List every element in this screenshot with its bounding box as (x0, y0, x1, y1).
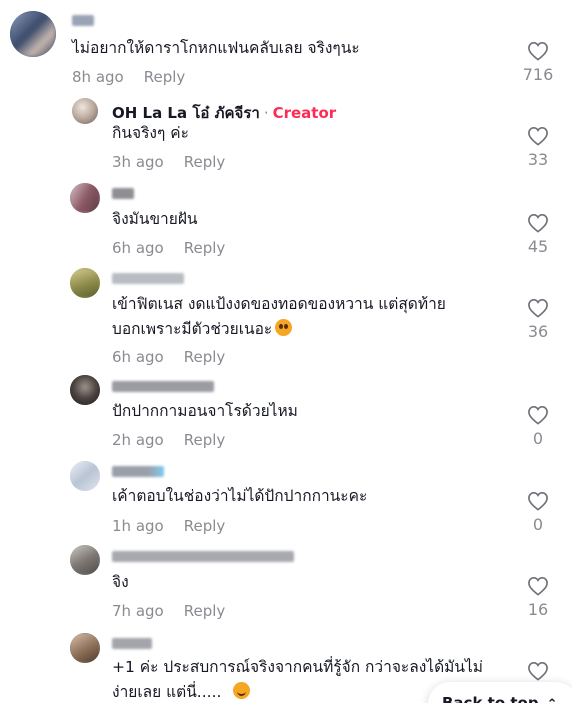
comment-time: 6h ago (112, 239, 164, 257)
comment-meta: 6h ago Reply (112, 348, 225, 366)
avatar[interactable] (72, 98, 98, 124)
heart-icon (528, 298, 548, 318)
avatar[interactable] (70, 461, 100, 491)
avatar[interactable] (70, 633, 100, 663)
pleading-face-icon (275, 319, 293, 336)
comment-text: จิงมันขายฝัน (112, 210, 198, 228)
heart-icon (528, 661, 548, 681)
heart-icon (528, 213, 548, 233)
username[interactable] (112, 381, 214, 392)
comment-meta: 8h ago Reply (72, 68, 185, 86)
avatar[interactable] (10, 11, 56, 57)
reply-button[interactable]: Reply (184, 602, 226, 620)
comment-meta: 3h ago Reply (112, 153, 225, 171)
like-button[interactable]: 16 (518, 576, 558, 619)
reply-button[interactable]: Reply (184, 239, 226, 257)
back-to-top-label: Back to top (442, 694, 539, 703)
avatar[interactable] (70, 375, 100, 405)
like-button[interactable]: 45 (518, 213, 558, 256)
heart-icon (528, 491, 548, 511)
comment-text-line2: บอกเพราะมีตัวช่วยเนอะ (112, 317, 293, 342)
username[interactable] (112, 273, 184, 284)
username[interactable] (112, 188, 134, 199)
like-count: 0 (532, 515, 544, 534)
like-count: 33 (527, 150, 549, 169)
like-button[interactable]: 36 (518, 298, 558, 341)
comment-text: จิง (112, 573, 129, 591)
chevron-up-icon: ⌃ (547, 697, 558, 703)
heart-icon (528, 41, 548, 61)
comment-meta: 6h ago Reply (112, 239, 225, 257)
comment-text: +1 ค่ะ ประสบการณ์จริงจากคนที่รู้จัก กว่า… (112, 658, 483, 676)
username[interactable] (72, 15, 94, 26)
smiling-face-with-sweat-icon (233, 682, 251, 699)
comment-text: กินจริงๆ ค่ะ (112, 124, 189, 142)
comment-text: ไม่อยากให้ดาราโกหกแฟนคลับเลย จริงๆนะ (72, 39, 360, 57)
comment-meta: 2h ago Reply (112, 431, 225, 449)
reply-button[interactable]: Reply (184, 431, 226, 449)
like-count: 36 (527, 322, 549, 341)
comment-text: เข้าฟิตเนส งดแป้งงดของทอดของหวาน แต่สุดท… (112, 295, 446, 313)
like-button[interactable]: 716 (518, 41, 558, 84)
comment-text-line2: ง่ายเลย แต่นี่..... (112, 680, 251, 703)
username[interactable] (112, 638, 152, 649)
like-count: 716 (522, 65, 554, 84)
comment-time: 8h ago (72, 68, 124, 86)
like-button[interactable]: 33 (518, 126, 558, 169)
creator-badge: Creator (272, 104, 337, 122)
username[interactable] (112, 466, 164, 477)
comment-time: 3h ago (112, 153, 164, 171)
avatar[interactable] (70, 545, 100, 575)
reply-button[interactable]: Reply (184, 153, 226, 171)
like-button[interactable]: 0 (518, 491, 558, 534)
like-button[interactable] (518, 661, 558, 681)
comment-text: ปักปากกามอนจาโรด้วยไหม (112, 402, 298, 420)
author-name: OH La La โอ๋ ภัคจีรา (112, 104, 260, 122)
comment-text-continued: บอกเพราะมีตัวช่วยเนอะ (112, 320, 273, 338)
comment-text-continued: ง่ายเลย แต่นี่..... (112, 683, 222, 701)
reply-button[interactable]: Reply (144, 68, 186, 86)
heart-icon (528, 405, 548, 425)
username[interactable] (112, 551, 294, 562)
like-count: 0 (532, 429, 544, 448)
comment-time: 7h ago (112, 602, 164, 620)
reply-button[interactable]: Reply (184, 348, 226, 366)
back-to-top-button[interactable]: Back to top ⌃ (428, 682, 572, 703)
like-count: 16 (527, 600, 549, 619)
avatar[interactable] (70, 268, 100, 298)
comment-text: เค้าตอบในช่องว่าไม่ได้ปักปากกานะคะ (112, 487, 368, 505)
comment-meta: 7h ago Reply (112, 602, 225, 620)
like-button[interactable]: 0 (518, 405, 558, 448)
reply-button[interactable]: Reply (184, 517, 226, 535)
heart-icon (528, 576, 548, 596)
heart-icon (528, 126, 548, 146)
like-count: 45 (527, 237, 549, 256)
comment-time: 6h ago (112, 348, 164, 366)
avatar[interactable] (70, 183, 100, 213)
comment-time: 2h ago (112, 431, 164, 449)
comment-time: 1h ago (112, 517, 164, 535)
comment-meta: 1h ago Reply (112, 517, 225, 535)
